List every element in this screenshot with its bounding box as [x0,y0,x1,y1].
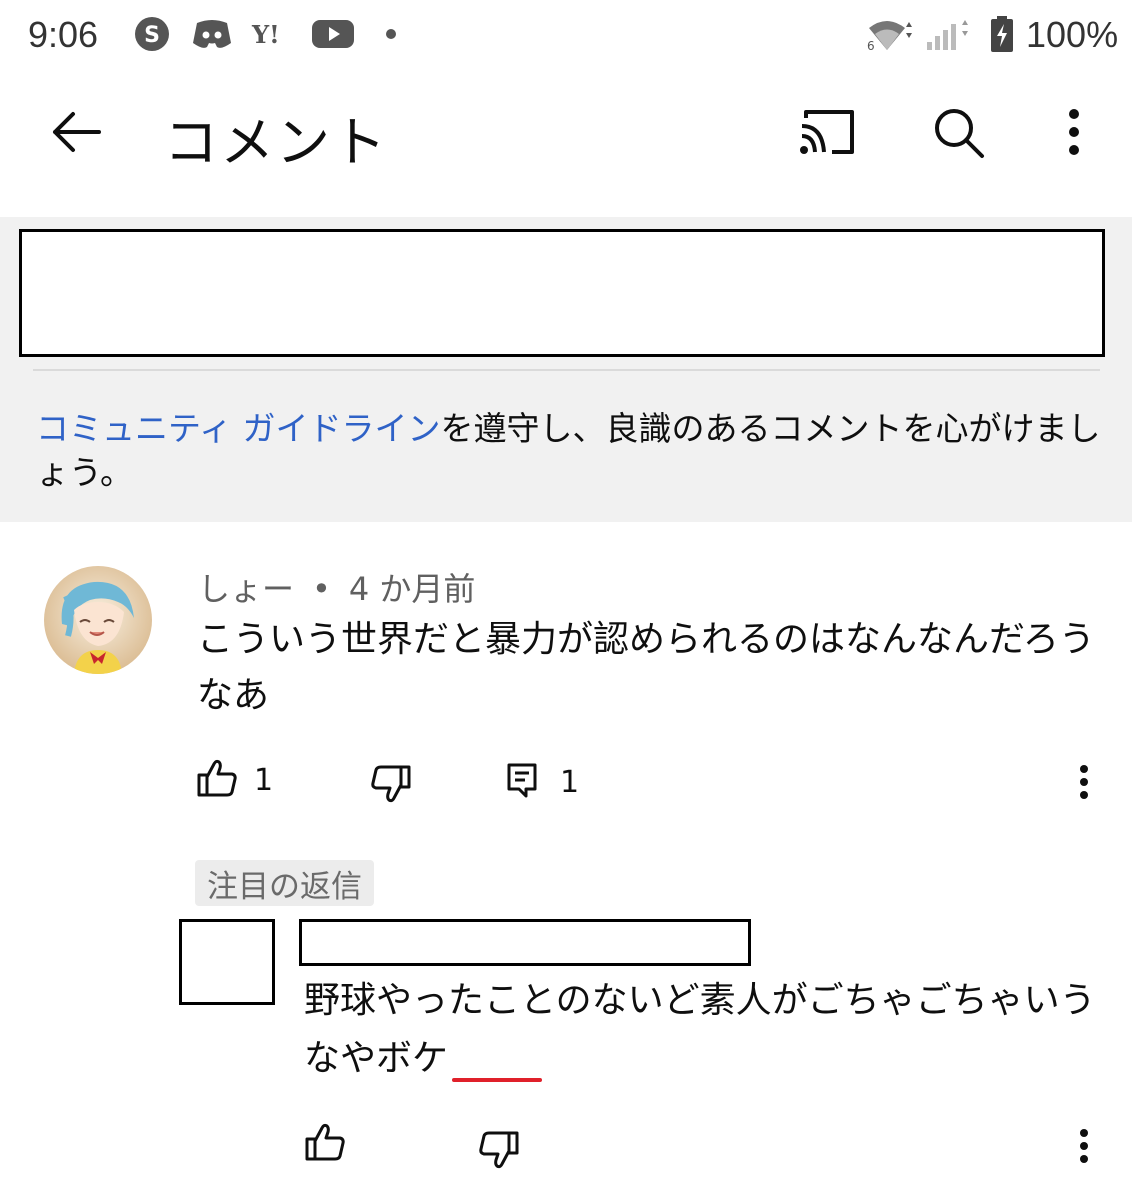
comment-time: 4 か月前 [348,570,476,608]
comment-text: こういう世界だと暴力が認められるのはなんなんだろうなあ [197,619,1095,716]
thumb-up-icon [196,758,238,802]
skype-icon: S [132,14,172,54]
yahoo-icon: Y! [250,14,296,54]
meta-separator: • [312,570,331,608]
divider [33,369,1100,371]
thumb-down-icon [370,764,412,808]
comment-meta: しょー • 4 か月前 [198,564,475,610]
svg-text:S: S [144,23,160,48]
reply-like-button[interactable] [304,1122,346,1166]
svg-text:6: 6 [867,39,875,52]
thumb-down-icon [478,1130,520,1174]
battery-percentage: 100% [1026,14,1119,55]
reply-dislike-button[interactable] [478,1130,520,1174]
reply-count: 1 [560,764,580,800]
back-arrow-icon[interactable] [46,106,106,158]
comment-icon [506,761,538,803]
dislike-button[interactable] [370,764,412,808]
avatar[interactable] [44,566,152,674]
highlighted-reply-badge: 注目の返信 [195,860,374,906]
svg-text:Y!: Y! [251,20,280,49]
reply-more-icon[interactable] [1070,1126,1098,1166]
comment-more-icon[interactable] [1070,762,1098,802]
page-title: コメント [164,111,388,174]
reply-button[interactable]: 1 [506,760,579,804]
reply-text: 野球やったことのないど素人がごちゃごちゃいうなやボケ [304,972,1104,1088]
status-time: 9:06 [28,14,99,55]
community-guidelines-link[interactable]: コミュニティ ガイドライン [36,409,441,448]
notification-dot [386,29,396,39]
reply-author-redacted[interactable] [299,919,751,966]
discord-icon [190,14,234,54]
wifi-icon: 6 [864,14,916,54]
thumb-up-icon [304,1122,346,1166]
like-count: 1 [254,762,274,798]
search-icon[interactable] [928,102,988,162]
reply-text-marked: ボケ [376,1038,449,1079]
guidelines-notice: コミュニティ ガイドラインを遵守し、良識のあるコメントを心がけましょう。 [36,407,1111,495]
reply-avatar-redacted[interactable] [179,919,275,1005]
battery-icon [988,14,1016,54]
add-comment-input-redacted[interactable] [19,229,1105,357]
cast-icon[interactable] [794,104,860,160]
like-button[interactable]: 1 [196,758,273,802]
youtube-icon [310,14,356,54]
more-vert-icon[interactable] [1054,104,1094,160]
signal-icon [922,14,974,54]
red-underline-annotation [452,1078,542,1082]
comment-author[interactable]: しょー [198,570,294,608]
